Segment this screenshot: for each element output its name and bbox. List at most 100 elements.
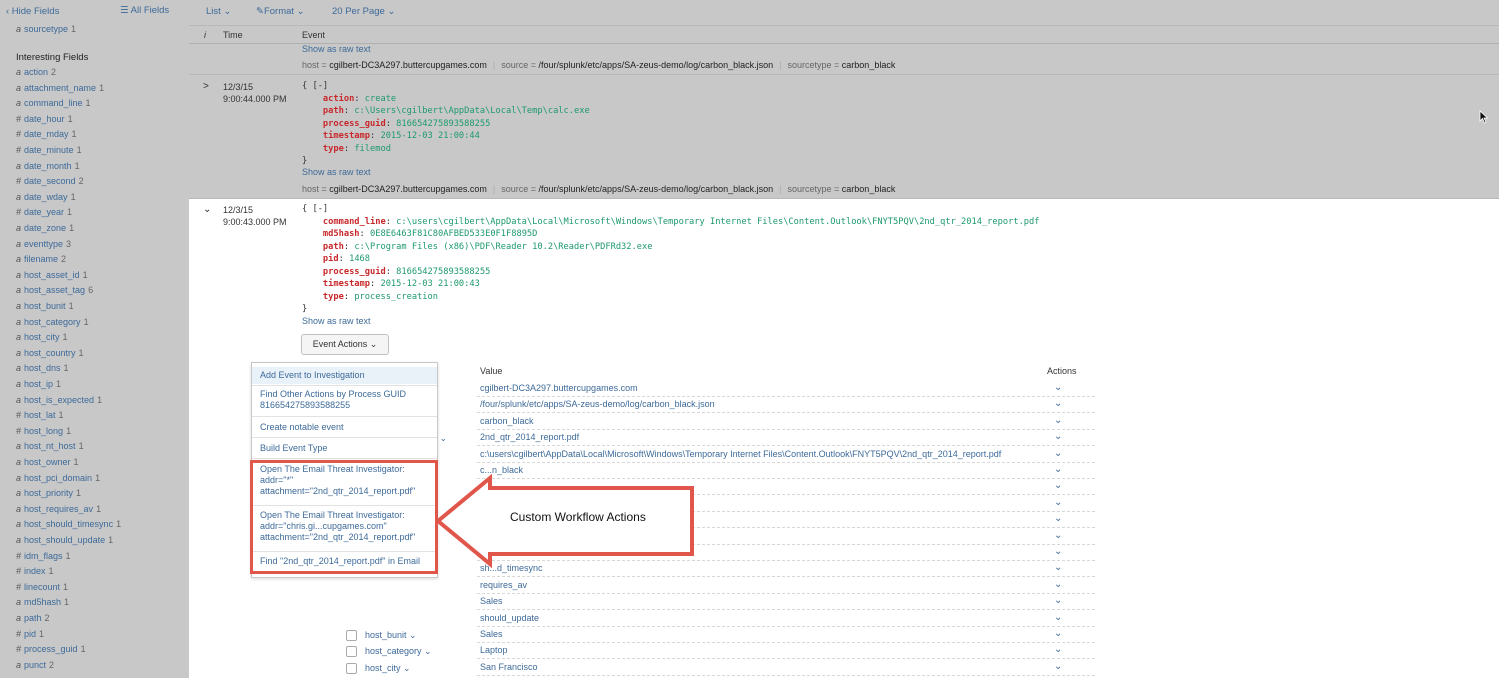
field-value[interactable]: carbon_black — [480, 416, 534, 426]
field-host-requires-av[interactable]: a host_requires_av 1 — [16, 502, 101, 516]
field-name[interactable]: host_city ⌄ — [365, 663, 411, 674]
show-raw-text-link[interactable]: Show as raw text — [302, 44, 371, 54]
field-date-mday[interactable]: # date_mday 1 — [16, 127, 77, 141]
field-actions-chevron-icon[interactable]: ⌄ — [1054, 595, 1062, 606]
field-name[interactable]: host_category ⌄ — [365, 646, 432, 657]
field-host-long[interactable]: # host_long 1 — [16, 424, 71, 438]
field-host-ip[interactable]: a host_ip 1 — [16, 377, 61, 391]
field-select-checkbox[interactable] — [346, 662, 357, 674]
field-date-minute[interactable]: # date_minute 1 — [16, 143, 82, 157]
host-value[interactable]: cgilbert-DC3A297.buttercupgames.com — [329, 60, 487, 70]
field-actions-chevron-icon[interactable]: ⌄ — [1054, 612, 1062, 623]
field-value[interactable]: should_update — [480, 613, 539, 623]
field-host-should-timesync[interactable]: a host_should_timesync 1 — [16, 517, 121, 531]
field-sourcetype[interactable]: a sourcetype 1 — [16, 22, 76, 36]
field-value[interactable]: Sales — [480, 629, 503, 639]
field-select-checkbox[interactable] — [346, 630, 357, 641]
field-punct[interactable]: a punct 2 — [16, 658, 54, 672]
event-json: { [-] action: create path: c:\Users\cgil… — [302, 81, 590, 166]
field-pid[interactable]: # pid 1 — [16, 627, 44, 641]
field-host-asset-id[interactable]: a host_asset_id 1 — [16, 268, 88, 282]
field-filename[interactable]: a filename 2 — [16, 252, 66, 266]
field-host-lat[interactable]: # host_lat 1 — [16, 408, 64, 422]
field-value[interactable]: 2nd_qtr_2014_report.pdf — [480, 432, 579, 442]
field-select-checkbox[interactable] — [346, 646, 357, 658]
field-actions-chevron-icon[interactable]: ⌄ — [1054, 562, 1062, 573]
field-host-asset-tag[interactable]: a host_asset_tag 6 — [16, 283, 93, 297]
field-date-second[interactable]: # date_second 2 — [16, 174, 84, 188]
collapse-event-arrow[interactable]: ⌄ — [203, 204, 211, 215]
sourcetype-value[interactable]: carbon_black — [842, 60, 896, 70]
list-view-dropdown[interactable]: List ⌄ — [206, 6, 231, 17]
show-raw-text-link[interactable]: Show as raw text — [302, 316, 371, 326]
menu-item-build-event-type[interactable]: Build Event Type — [252, 443, 437, 454]
expand-event-arrow[interactable]: > — [203, 81, 209, 92]
field-name[interactable]: host_bunit ⌄ — [365, 630, 417, 641]
field-actions-chevron-icon[interactable]: ⌄ — [1054, 513, 1062, 524]
field-host-dns[interactable]: a host_dns 1 — [16, 361, 69, 375]
field-date-month[interactable]: a date_month 1 — [16, 159, 80, 173]
field-date-hour[interactable]: # date_hour 1 — [16, 112, 73, 126]
field-date-wday[interactable]: a date_wday 1 — [16, 190, 76, 204]
field-date-zone[interactable]: a date_zone 1 — [16, 221, 74, 235]
field-command-line[interactable]: a command_line 1 — [16, 96, 91, 110]
field-actions-chevron-icon[interactable]: ⌄ — [1054, 661, 1062, 672]
field-linecount[interactable]: # linecount 1 — [16, 580, 68, 594]
field-value[interactable]: Laptop — [480, 645, 508, 655]
field-value[interactable]: requires_av — [480, 580, 527, 590]
field-value[interactable]: San Francisco — [480, 662, 538, 672]
field-path[interactable]: a path 2 — [16, 611, 50, 625]
format-dropdown[interactable]: ✎Format ⌄ — [256, 6, 305, 17]
field-host-nt-host[interactable]: a host_nt_host 1 — [16, 439, 84, 453]
time-column-header[interactable]: Time — [223, 30, 243, 40]
all-fields-link[interactable]: ☰ All Fields — [120, 5, 169, 16]
field-host-category[interactable]: a host_category 1 — [16, 315, 89, 329]
sourcetype-value[interactable]: carbon_black — [842, 184, 896, 194]
show-raw-text-link[interactable]: Show as raw text — [302, 167, 371, 177]
field-host-should-update[interactable]: a host_should_update 1 — [16, 533, 113, 547]
field-attachment-name[interactable]: a attachment_name 1 — [16, 81, 104, 95]
host-value[interactable]: cgilbert-DC3A297.buttercupgames.com — [329, 184, 487, 194]
field-value-row: Laptop ⌄ — [477, 643, 1095, 660]
source-value[interactable]: /four/splunk/etc/apps/SA-zeus-demo/log/c… — [539, 60, 774, 70]
field-actions-chevron-icon[interactable]: ⌄ — [1054, 480, 1062, 491]
field-host-owner[interactable]: a host_owner 1 — [16, 455, 79, 469]
field-host-is-expected[interactable]: a host_is_expected 1 — [16, 393, 102, 407]
field-md5hash[interactable]: a md5hash 1 — [16, 595, 69, 609]
per-page-dropdown[interactable]: 20 Per Page ⌄ — [332, 6, 395, 17]
event-actions-button[interactable]: Event Actions ⌄ — [301, 334, 389, 355]
field-actions-chevron-icon[interactable]: ⌄ — [1054, 644, 1062, 655]
menu-item-find-actions-by-guid[interactable]: Find Other Actions by Process GUID 81665… — [252, 389, 437, 411]
field-value-row: Sales ⌄ — [477, 627, 1095, 643]
source-value[interactable]: /four/splunk/etc/apps/SA-zeus-demo/log/c… — [539, 184, 774, 194]
field-action[interactable]: a action 2 — [16, 65, 56, 79]
field-host-pci-domain[interactable]: a host_pci_domain 1 — [16, 471, 100, 485]
field-value[interactable]: /four/splunk/etc/apps/SA-zeus-demo/log/c… — [480, 399, 715, 409]
menu-item-add-to-investigation[interactable]: Add Event to Investigation — [252, 367, 437, 384]
field-index[interactable]: # index 1 — [16, 564, 54, 578]
field-value[interactable]: Sales — [480, 596, 503, 606]
field-actions-chevron-icon[interactable]: ⌄ — [1054, 448, 1062, 459]
hide-fields-link[interactable]: ‹ Hide Fields — [6, 6, 59, 17]
field-actions-chevron-icon[interactable]: ⌄ — [1054, 464, 1062, 475]
field-value[interactable]: c:\users\cgilbert\AppData\Local\Microsof… — [480, 449, 1001, 459]
field-host-priority[interactable]: a host_priority 1 — [16, 486, 81, 500]
field-host-bunit[interactable]: a host_bunit 1 — [16, 299, 74, 313]
field-actions-chevron-icon[interactable]: ⌄ — [1054, 398, 1062, 409]
field-actions-chevron-icon[interactable]: ⌄ — [1054, 628, 1062, 639]
field-actions-chevron-icon[interactable]: ⌄ — [1054, 431, 1062, 442]
field-actions-chevron-icon[interactable]: ⌄ — [1054, 382, 1062, 393]
field-process-guid[interactable]: # process_guid 1 — [16, 642, 86, 656]
field-eventtype[interactable]: a eventtype 3 — [16, 237, 71, 251]
field-actions-chevron-icon[interactable]: ⌄ — [1054, 530, 1062, 541]
menu-item-create-notable-event[interactable]: Create notable event — [252, 422, 437, 433]
field-date-year[interactable]: # date_year 1 — [16, 205, 72, 219]
field-actions-chevron-icon[interactable]: ⌄ — [1054, 415, 1062, 426]
field-value[interactable]: cgilbert-DC3A297.buttercupgames.com — [480, 383, 638, 393]
field-host-city[interactable]: a host_city 1 — [16, 330, 68, 344]
field-actions-chevron-icon[interactable]: ⌄ — [1054, 546, 1062, 557]
field-idm-flags[interactable]: # idm_flags 1 — [16, 549, 71, 563]
field-host-country[interactable]: a host_country 1 — [16, 346, 84, 360]
field-actions-chevron-icon[interactable]: ⌄ — [1054, 497, 1062, 508]
field-actions-chevron-icon[interactable]: ⌄ — [1054, 579, 1062, 590]
